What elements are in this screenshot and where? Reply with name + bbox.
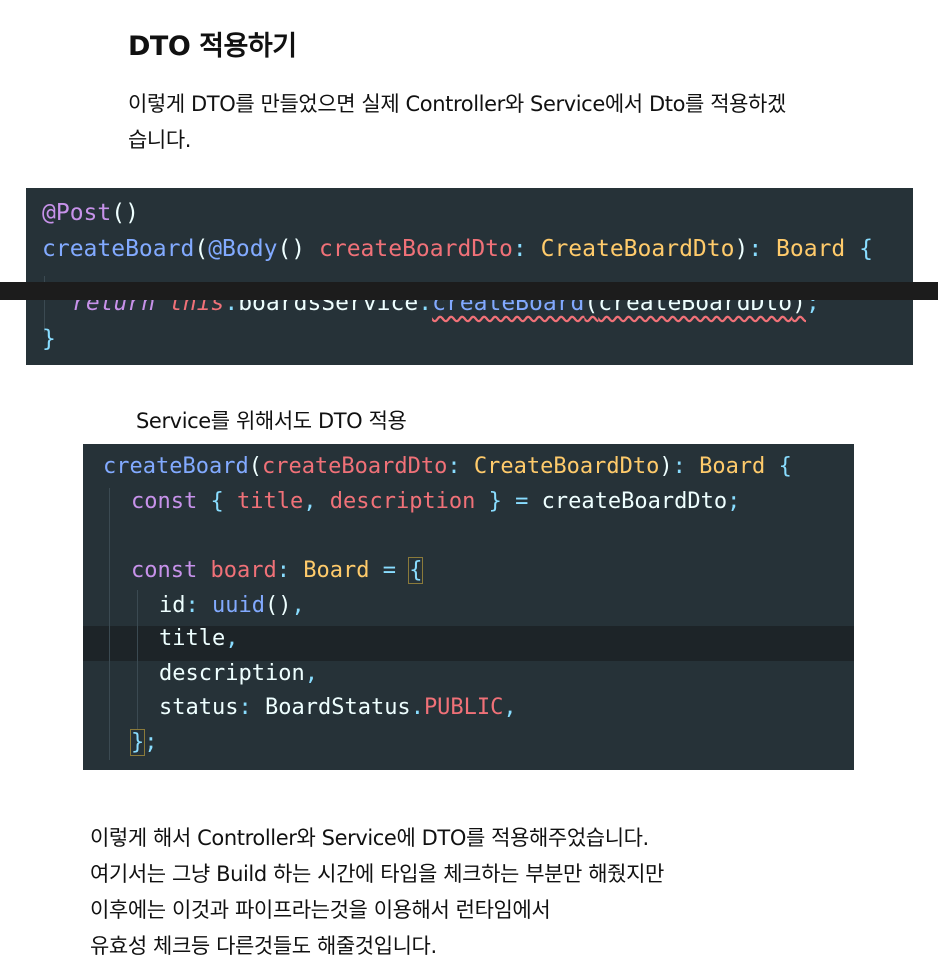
section-heading: DTO 적용하기 [128, 31, 297, 62]
code-line-signature: createBoard(@Body() createBoardDto: Crea… [42, 236, 874, 262]
code-line-close: } [42, 326, 56, 352]
service-code-block: createBoard(createBoardDto: CreateBoardD… [83, 444, 854, 770]
intro-paragraph: 이렇게 DTO를 만들었으면 실제 Controller와 Service에서 … [128, 86, 908, 158]
code-line-title: title, [159, 626, 239, 651]
indent-guide [109, 488, 110, 760]
outro-line: 이렇게 해서 Controller와 Service에 DTO를 적용해주었습니… [90, 826, 649, 850]
code-line-board-decl: const board: Board = { [131, 557, 424, 584]
code-line-signature: createBoard(createBoardDto: CreateBoardD… [103, 454, 792, 479]
code-line-description: description, [159, 661, 318, 686]
code-line-obj-close: }; [129, 729, 158, 756]
outro-paragraph: 이렇게 해서 Controller와 Service에 DTO를 적용해주었습니… [90, 820, 664, 964]
code-line-id: id: uuid(), [159, 593, 305, 618]
outro-line: 유효성 체크등 다른것들도 해줄것입니다. [90, 934, 437, 958]
service-caption: Service를 위해서도 DTO 적용 [136, 409, 407, 433]
outro-line: 여기서는 그냥 Build 하는 시간에 타입을 체크하는 부분만 해줬지만 [90, 862, 664, 886]
matched-brace: { [408, 557, 424, 584]
matched-brace: } [129, 729, 146, 756]
controller-code-block: @Post() createBoard(@Body() createBoardD… [26, 188, 913, 365]
indent-guide [137, 590, 138, 730]
code-line-destructure: const { title, description } = createBoa… [131, 489, 741, 514]
intro-line: 이렇게 DTO를 만들었으면 실제 Controller와 Service에서 … [128, 92, 786, 116]
outro-line: 이후에는 이것과 파이프라는것을 이용해서 런타임에서 [90, 898, 551, 922]
intro-line: 습니다. [128, 128, 192, 152]
screenshot-seam-divider [0, 282, 938, 300]
code-line-status: status: BoardStatus.PUBLIC, [159, 695, 517, 720]
code-line-decorator: @Post() [42, 200, 139, 226]
